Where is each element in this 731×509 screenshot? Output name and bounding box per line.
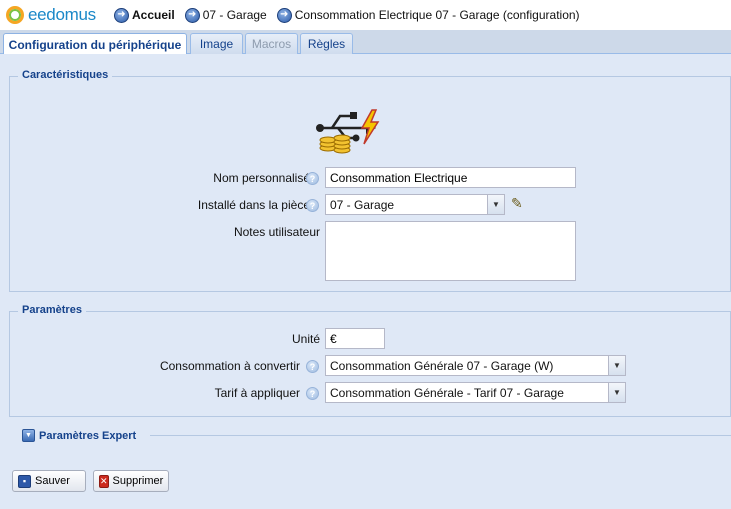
notes-label: Notes utilisateur bbox=[233, 225, 320, 239]
expert-parameters-label: Paramètres Expert bbox=[39, 429, 137, 442]
room-label: Installé dans la pièce bbox=[197, 198, 310, 212]
unit-label: Unité bbox=[291, 332, 320, 346]
chevron-down-icon[interactable]: ▼ bbox=[608, 383, 625, 402]
chevron-down-icon[interactable]: ▼ bbox=[487, 195, 504, 214]
user-notes-textarea[interactable] bbox=[325, 221, 576, 281]
characteristics-legend: Caractéristiques bbox=[18, 69, 113, 81]
tariff-select[interactable]: Consommation Générale - Tarif 07 - Garag… bbox=[325, 382, 626, 403]
room-select-value: 07 - Garage bbox=[330, 197, 395, 212]
configuration-panel: Caractéristiques Nom personnalisé ? Cons… bbox=[0, 54, 731, 509]
tariff-select-value: Consommation Générale - Tarif 07 - Garag… bbox=[330, 385, 564, 400]
delete-button[interactable]: ✕ Supprimer bbox=[93, 470, 169, 492]
tab-configuration[interactable]: Configuration du périphérique bbox=[3, 33, 187, 55]
tab-bar: Configuration du périphérique Image Macr… bbox=[0, 30, 731, 55]
breadcrumb-home[interactable]: ➜ Accueil bbox=[114, 7, 175, 23]
help-icon[interactable]: ? bbox=[306, 360, 319, 373]
breadcrumb-device[interactable]: ➜ Consommation Electrique 07 - Garage (c… bbox=[276, 7, 580, 23]
save-button-label: Sauver bbox=[35, 475, 70, 487]
arrow-right-icon: ➜ bbox=[114, 7, 129, 23]
room-select[interactable]: 07 - Garage ▼ bbox=[325, 194, 505, 215]
logo-ring-icon bbox=[6, 6, 24, 24]
breadcrumb-room[interactable]: ➜ 07 - Garage bbox=[184, 7, 267, 23]
characteristics-fieldset: Caractéristiques Nom personnalisé ? Cons… bbox=[9, 69, 731, 292]
floppy-disk-icon: ▪ bbox=[18, 474, 31, 488]
arrow-right-icon: ➜ bbox=[184, 7, 200, 23]
eedomus-logo[interactable]: eedomus bbox=[6, 5, 114, 25]
help-icon[interactable]: ? bbox=[306, 199, 319, 212]
tariff-label: Tarif à appliquer bbox=[214, 386, 300, 400]
expand-toggle-icon: ▼ bbox=[22, 429, 35, 442]
arrow-right-icon: ➜ bbox=[276, 7, 292, 23]
logo-text: eedomus bbox=[28, 5, 96, 24]
breadcrumb-label: Consommation Electrique 07 - Garage (con… bbox=[294, 8, 580, 22]
parameters-legend: Paramètres bbox=[18, 304, 86, 316]
tab-image[interactable]: Image bbox=[190, 33, 243, 54]
consumption-select-value: Consommation Générale 07 - Garage (W) bbox=[330, 358, 554, 373]
custom-name-input[interactable] bbox=[325, 167, 576, 188]
save-button[interactable]: ▪ Sauver bbox=[12, 470, 86, 492]
breadcrumb-label: Accueil bbox=[132, 8, 175, 22]
unit-input[interactable] bbox=[325, 328, 385, 349]
pencil-edit-icon[interactable]: ✎ bbox=[511, 195, 523, 212]
tab-rules[interactable]: Règles bbox=[300, 33, 353, 54]
app-header: eedomus ➜ Accueil ➜ 07 - Garage ➜ Consom… bbox=[0, 0, 731, 30]
delete-button-label: Supprimer bbox=[112, 475, 164, 487]
help-icon[interactable]: ? bbox=[306, 172, 319, 185]
expert-parameters-toggle[interactable]: ▼ Paramètres Expert bbox=[22, 429, 136, 442]
conso-label: Consommation à convertir bbox=[159, 359, 300, 373]
name-label: Nom personnalisé bbox=[213, 171, 310, 185]
parameters-fieldset: Paramètres Unité Consommation à converti… bbox=[9, 304, 731, 417]
usb-energy-device-icon bbox=[316, 109, 380, 154]
help-icon[interactable]: ? bbox=[306, 387, 319, 400]
expert-divider bbox=[150, 435, 731, 436]
delete-x-icon: ✕ bbox=[99, 474, 109, 488]
tab-macros: Macros bbox=[245, 33, 298, 54]
breadcrumb-label: 07 - Garage bbox=[202, 8, 267, 22]
consumption-select[interactable]: Consommation Générale 07 - Garage (W) ▼ bbox=[325, 355, 626, 376]
chevron-down-icon[interactable]: ▼ bbox=[608, 356, 625, 375]
